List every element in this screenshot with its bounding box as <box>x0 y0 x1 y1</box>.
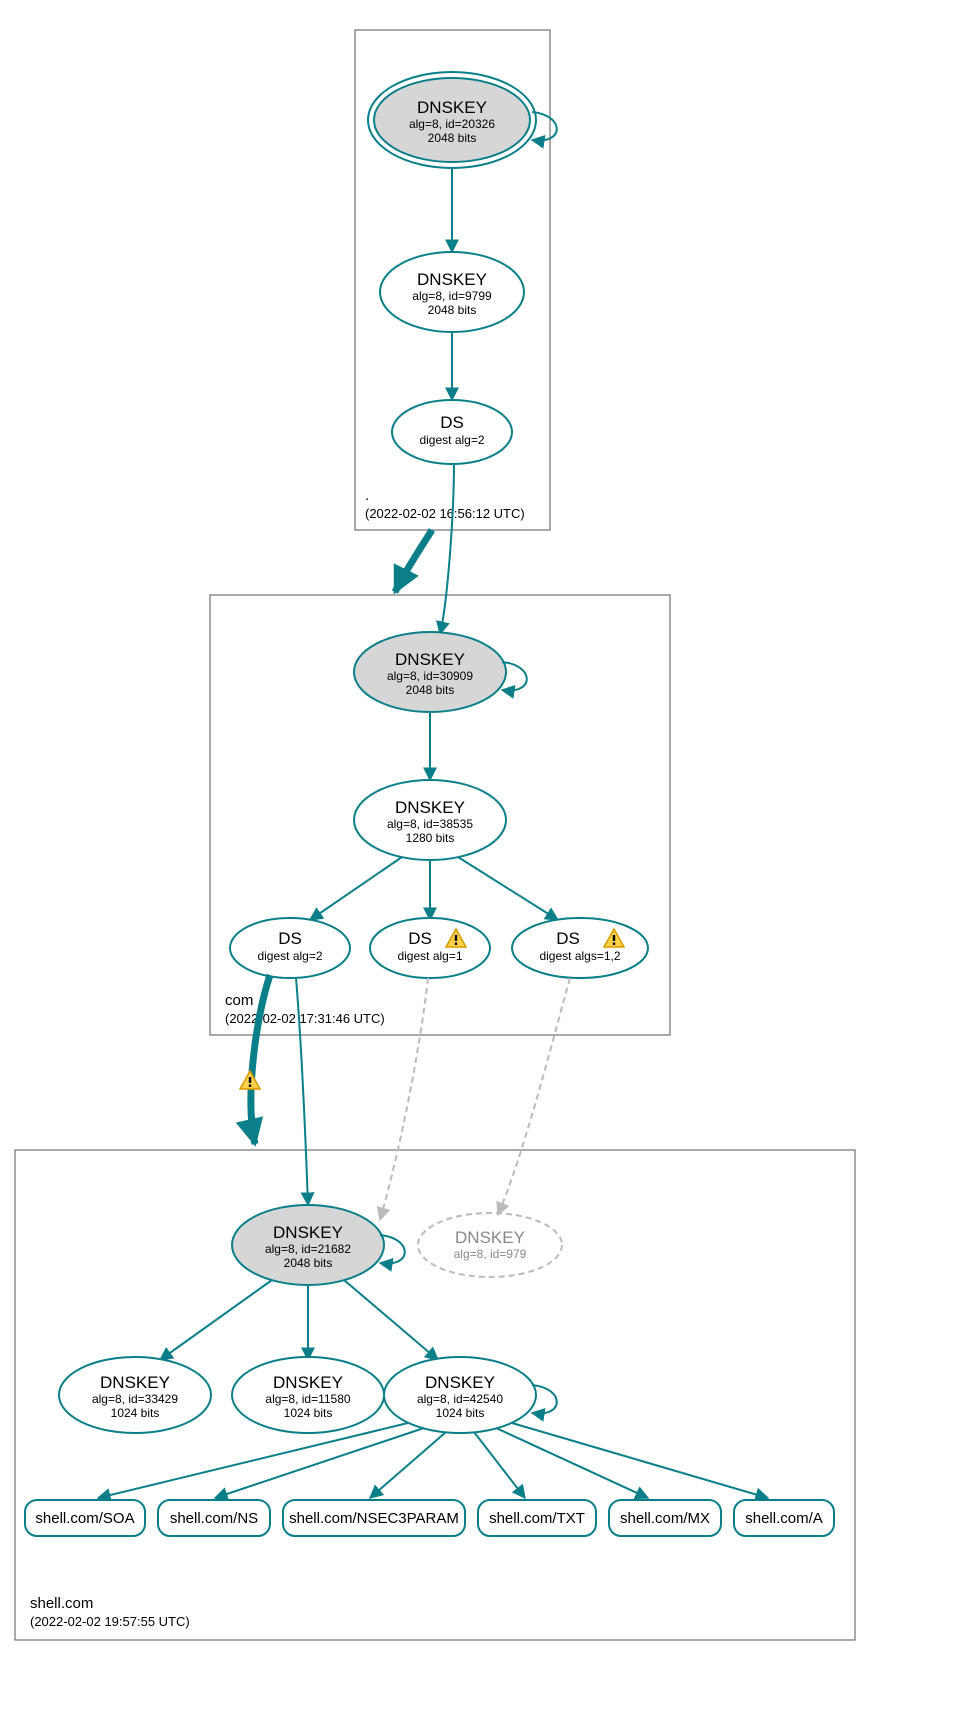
node-shell-old: DNSKEY alg=8, id=979 <box>418 1213 562 1277</box>
svg-text:alg=8, id=979: alg=8, id=979 <box>454 1247 527 1261</box>
zone-com-time: (2022-02-02 17:31:46 UTC) <box>225 1011 385 1026</box>
svg-text:DS: DS <box>556 929 580 948</box>
svg-text:alg=8, id=30909: alg=8, id=30909 <box>387 669 473 683</box>
svg-text:DNSKEY: DNSKEY <box>425 1373 495 1392</box>
svg-text:alg=8, id=33429: alg=8, id=33429 <box>92 1392 178 1406</box>
svg-text:alg=8, id=21682: alg=8, id=21682 <box>265 1242 351 1256</box>
svg-text:DS: DS <box>278 929 302 948</box>
rrset-a: shell.com/A <box>734 1500 834 1536</box>
zone-shell-label: shell.com <box>30 1595 93 1612</box>
node-com-ds1: DS digest alg=2 <box>230 918 350 978</box>
edge-com-to-shell-delegation <box>251 975 270 1144</box>
svg-text:DNSKEY: DNSKEY <box>100 1373 170 1392</box>
node-root-ksk: DNSKEY alg=8, id=20326 2048 bits <box>368 72 536 168</box>
svg-text:shell.com/TXT: shell.com/TXT <box>489 1510 585 1527</box>
svg-text:2048 bits: 2048 bits <box>284 1256 333 1270</box>
edge-z3-txt <box>474 1432 525 1498</box>
node-root-zsk: DNSKEY alg=8, id=9799 2048 bits <box>380 252 524 332</box>
svg-text:digest algs=1,2: digest algs=1,2 <box>539 949 620 963</box>
rrset-mx: shell.com/MX <box>609 1500 721 1536</box>
svg-text:alg=8, id=11580: alg=8, id=11580 <box>265 1392 351 1406</box>
svg-text:alg=8, id=20326: alg=8, id=20326 <box>409 117 495 131</box>
svg-text:shell.com/NSEC3PARAM: shell.com/NSEC3PARAM <box>289 1510 459 1527</box>
svg-text:DNSKEY: DNSKEY <box>273 1373 343 1392</box>
svg-text:DS: DS <box>408 929 432 948</box>
svg-text:shell.com/NS: shell.com/NS <box>170 1510 258 1527</box>
edge-shell-ksk-z1 <box>160 1280 272 1360</box>
svg-text:1024 bits: 1024 bits <box>436 1406 485 1420</box>
svg-text:DNSKEY: DNSKEY <box>395 798 465 817</box>
edge-z3-a <box>512 1423 768 1498</box>
node-shell-ksk: DNSKEY alg=8, id=21682 2048 bits <box>232 1205 384 1285</box>
rrset-nsec3param: shell.com/NSEC3PARAM <box>283 1500 465 1536</box>
svg-text:1024 bits: 1024 bits <box>111 1406 160 1420</box>
node-com-ds2: DS digest alg=1 <box>370 918 490 978</box>
svg-text:alg=8, id=9799: alg=8, id=9799 <box>412 289 492 303</box>
svg-text:alg=8, id=42540: alg=8, id=42540 <box>417 1392 503 1406</box>
edge-com-zsk-ds3 <box>458 857 558 920</box>
node-com-ksk: DNSKEY alg=8, id=30909 2048 bits <box>354 632 506 712</box>
rrset-ns: shell.com/NS <box>158 1500 270 1536</box>
edge-shell-ksk-z3 <box>344 1280 438 1360</box>
node-shell-z3: DNSKEY alg=8, id=42540 1024 bits <box>384 1357 536 1433</box>
edge-root-to-com-delegation <box>395 530 432 592</box>
svg-text:DS: DS <box>440 413 464 432</box>
zone-root-label: . <box>365 487 369 504</box>
node-shell-z2: DNSKEY alg=8, id=11580 1024 bits <box>232 1357 384 1433</box>
node-root-ds: DS digest alg=2 <box>392 400 512 464</box>
edge-z3-mx <box>496 1428 648 1498</box>
svg-text:DNSKEY: DNSKEY <box>273 1223 343 1242</box>
svg-text:digest alg=1: digest alg=1 <box>397 949 462 963</box>
svg-text:1280 bits: 1280 bits <box>406 831 455 845</box>
svg-text:2048 bits: 2048 bits <box>428 131 477 145</box>
node-shell-z1: DNSKEY alg=8, id=33429 1024 bits <box>59 1357 211 1433</box>
edge-com-ds3-to-shell-old <box>498 978 570 1215</box>
rrset-soa: shell.com/SOA <box>25 1500 145 1536</box>
node-com-zsk: DNSKEY alg=8, id=38535 1280 bits <box>354 780 506 860</box>
edge-com-ds2-to-shell-ksk <box>380 978 428 1220</box>
svg-text:digest alg=2: digest alg=2 <box>257 949 322 963</box>
warning-icon <box>240 1071 260 1089</box>
svg-text:shell.com/MX: shell.com/MX <box>620 1510 710 1527</box>
svg-text:DNSKEY: DNSKEY <box>395 650 465 669</box>
svg-text:DNSKEY: DNSKEY <box>417 270 487 289</box>
edge-z3-soa <box>98 1423 408 1498</box>
svg-text:shell.com/SOA: shell.com/SOA <box>35 1510 134 1527</box>
svg-text:alg=8, id=38535: alg=8, id=38535 <box>387 817 473 831</box>
svg-text:2048 bits: 2048 bits <box>406 683 455 697</box>
dnssec-graph: . (2022-02-02 16:56:12 UTC) DNSKEY alg=8… <box>0 0 976 1711</box>
zone-shell-time: (2022-02-02 19:57:55 UTC) <box>30 1614 190 1629</box>
node-com-ds3: DS digest algs=1,2 <box>512 918 648 978</box>
svg-text:digest alg=2: digest alg=2 <box>419 433 484 447</box>
zone-root-time: (2022-02-02 16:56:12 UTC) <box>365 506 525 521</box>
svg-text:1024 bits: 1024 bits <box>284 1406 333 1420</box>
rrset-txt: shell.com/TXT <box>478 1500 596 1536</box>
svg-text:shell.com/A: shell.com/A <box>745 1510 823 1527</box>
svg-text:DNSKEY: DNSKEY <box>417 98 487 117</box>
zone-com-label: com <box>225 992 253 1009</box>
edge-com-zsk-ds1 <box>310 857 402 920</box>
svg-text:DNSKEY: DNSKEY <box>455 1228 525 1247</box>
svg-text:2048 bits: 2048 bits <box>428 303 477 317</box>
edge-root-ds-to-com-ksk <box>440 464 454 634</box>
